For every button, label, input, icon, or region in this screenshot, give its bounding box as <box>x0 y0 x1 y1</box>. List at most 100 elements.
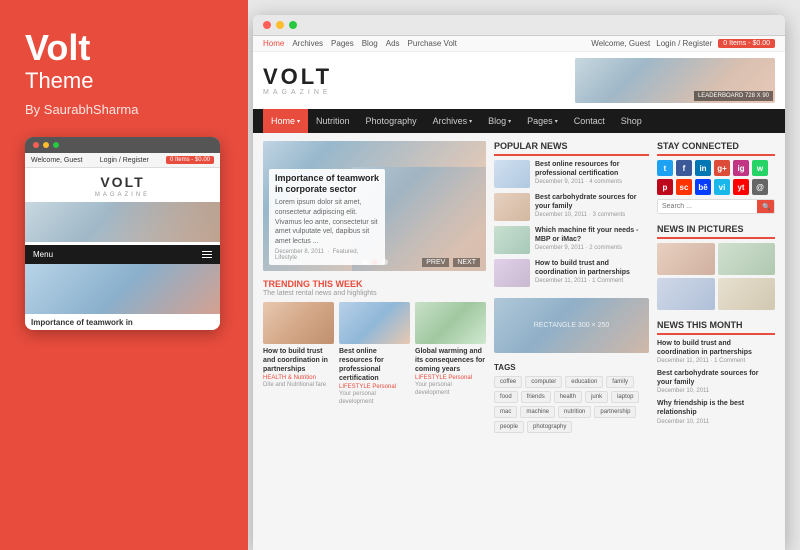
login-link[interactable]: Login / Register <box>656 39 712 48</box>
search-input[interactable] <box>658 200 757 213</box>
nav-pages[interactable]: Pages ▾ <box>519 109 566 133</box>
search-box: 🔍 <box>657 199 775 214</box>
popular-section: POPULAR NEWS Best online resources for p… <box>494 141 649 292</box>
tag-junk[interactable]: junk <box>585 391 608 403</box>
site-logo-group: VOLT MAGAZINE <box>263 66 332 96</box>
search-button[interactable]: 🔍 <box>757 200 775 213</box>
social-whatsapp-icon[interactable]: w <box>752 160 768 176</box>
popular-item-title-3: Which machine fit your needs - MBP or iM… <box>535 226 649 244</box>
top-nav-ads[interactable]: Ads <box>386 39 400 48</box>
popular-title: POPULAR NEWS <box>494 141 649 156</box>
theme-name: Volt <box>25 30 223 66</box>
site-logo-sub: MAGAZINE <box>263 89 332 96</box>
popular-img-3 <box>494 226 530 254</box>
social-facebook-icon[interactable]: f <box>676 160 692 176</box>
tag-health[interactable]: health <box>554 391 582 403</box>
top-nav-pages[interactable]: Pages <box>331 39 354 48</box>
popular-img-2 <box>494 193 530 221</box>
social-linkedin-icon[interactable]: in <box>695 160 711 176</box>
tag-laptop[interactable]: laptop <box>611 391 639 403</box>
nav-contact[interactable]: Contact <box>566 109 613 133</box>
social-youtube-icon[interactable]: yt <box>733 179 749 195</box>
header-banner: LEADERBOARD 728 X 90 <box>575 58 775 103</box>
news-month-date-3: December 10, 2011 <box>657 419 775 425</box>
top-nav-blog[interactable]: Blog <box>362 39 378 48</box>
tag-machine[interactable]: machine <box>520 406 555 418</box>
tag-nutrition[interactable]: nutrition <box>558 406 591 418</box>
featured-text: Lorem ipsum dolor sit amet, consectetur … <box>275 198 379 247</box>
rect-banner: RECTANGLE 300 × 250 <box>494 298 649 353</box>
nav-blog[interactable]: Blog ▾ <box>480 109 519 133</box>
tag-photography[interactable]: photography <box>527 421 572 433</box>
main-content: Importance of teamwork in corporate sect… <box>263 141 486 542</box>
tag-coffee[interactable]: coffee <box>494 376 522 388</box>
trending-grid: How to build trust and coordination in p… <box>263 302 486 407</box>
nav-nutrition[interactable]: Nutrition <box>308 109 358 133</box>
popular-img-1 <box>494 160 530 188</box>
cart-button-top[interactable]: 0 Items - $0.00 <box>718 39 775 48</box>
social-email-icon[interactable]: @ <box>752 179 768 195</box>
mobile-logo: VOLT <box>25 168 220 192</box>
right-column: STAY CONNECTED t f in g+ ig w p sc bē vi… <box>657 141 775 542</box>
social-instagram-icon[interactable]: ig <box>733 160 749 176</box>
mobile-dot-red <box>33 142 39 148</box>
tag-family[interactable]: family <box>606 376 634 388</box>
top-nav-home[interactable]: Home <box>263 39 284 48</box>
mobile-welcome: Welcome, Guest <box>31 157 83 164</box>
nav-photography[interactable]: Photography <box>358 109 425 133</box>
social-grid: t f in g+ ig w p sc bē vi yt @ <box>657 160 775 195</box>
popular-img-4 <box>494 259 530 287</box>
nav-home[interactable]: Home ▾ <box>263 109 308 133</box>
tag-mac[interactable]: mac <box>494 406 517 418</box>
site-top-bar: Home Archives Pages Blog Ads Purchase Vo… <box>253 36 785 52</box>
trending-text-2: Your personal development <box>339 391 410 407</box>
trending-cat-3: LIFESTYLE Personal <box>415 375 486 381</box>
content-area: Importance of teamwork in corporate sect… <box>253 133 785 550</box>
author-label: By SaurabhSharma <box>25 102 223 117</box>
social-twitter-icon[interactable]: t <box>657 160 673 176</box>
left-panel: Volt Theme By SaurabhSharma Welcome, Gue… <box>0 0 248 550</box>
tag-partnership[interactable]: partnership <box>594 406 636 418</box>
trending-item-1: How to build trust and coordination in p… <box>263 302 334 407</box>
popular-text-4: How to build trust and coordination in p… <box>535 259 649 284</box>
mobile-hamburger-icon[interactable] <box>202 251 212 258</box>
middle-column: POPULAR NEWS Best online resources for p… <box>494 141 649 542</box>
popular-item-title-4: How to build trust and coordination in p… <box>535 259 649 277</box>
top-nav-archives[interactable]: Archives <box>292 39 323 48</box>
tag-people[interactable]: people <box>494 421 524 433</box>
mobile-cart[interactable]: 0 Items - $0.00 <box>166 156 214 164</box>
popular-text-3: Which machine fit your needs - MBP or iM… <box>535 226 649 251</box>
news-month-title-3: Why friendship is the best relationship <box>657 399 775 417</box>
tag-friends[interactable]: friends <box>521 391 551 403</box>
mobile-login: Login / Register <box>100 157 149 164</box>
social-vimeo-icon[interactable]: vi <box>714 179 730 195</box>
news-pic-4 <box>718 278 776 310</box>
social-behance-icon[interactable]: bē <box>695 179 711 195</box>
trending-text-3: Your personal development <box>415 382 486 398</box>
top-nav-purchase[interactable]: Purchase Volt <box>408 39 457 48</box>
tag-food[interactable]: food <box>494 391 518 403</box>
nav-shop[interactable]: Shop <box>613 109 650 133</box>
nav-archives[interactable]: Archives ▾ <box>425 109 481 133</box>
social-pinterest-icon[interactable]: p <box>657 179 673 195</box>
tag-computer[interactable]: computer <box>525 376 562 388</box>
trending-cat-1: HEALTH & Nutrition <box>263 375 334 381</box>
welcome-text: Welcome, Guest <box>591 39 650 48</box>
browser-dot-green <box>289 21 297 29</box>
featured-caption: Importance of teamwork in corporate sect… <box>269 169 385 265</box>
social-soundcloud-icon[interactable]: sc <box>676 179 692 195</box>
browser-dot-red <box>263 21 271 29</box>
social-google-icon[interactable]: g+ <box>714 160 730 176</box>
mobile-logo-sub: MAGAZINE <box>25 192 220 198</box>
tags-title: TAGS <box>494 363 649 372</box>
news-month-item-2: Best carbohydrate sources for your famil… <box>657 369 775 394</box>
popular-item-date-3: December 9, 2011 · 2 comments <box>535 245 649 251</box>
trending-item-3: Global warming and its consequences for … <box>415 302 486 407</box>
news-month-title-2: Best carbohydrate sources for your famil… <box>657 369 775 387</box>
popular-item-date-4: December 11, 2011 · 1 Comment <box>535 278 649 284</box>
mobile-preview: Welcome, Guest Login / Register 0 Items … <box>25 137 220 330</box>
trending-img-2 <box>339 302 410 344</box>
tag-education[interactable]: education <box>565 376 603 388</box>
mobile-top-bar <box>25 137 220 153</box>
stay-connected-section: STAY CONNECTED t f in g+ ig w p sc bē vi… <box>657 141 775 218</box>
